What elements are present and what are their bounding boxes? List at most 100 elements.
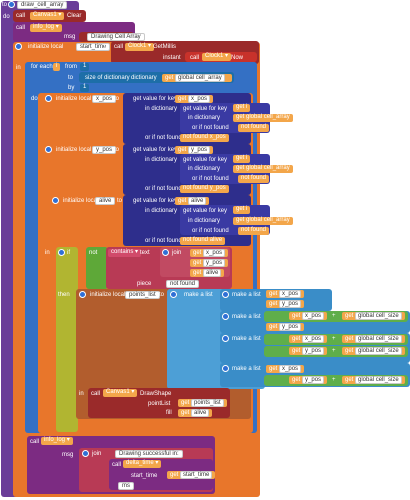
procedure-to-keyword: to: [2, 2, 8, 8]
gear-icon[interactable]: [45, 146, 52, 153]
get-cell-array[interactable]: get global cell_array: [233, 165, 293, 173]
key-literal[interactable]: x_pos: [188, 95, 211, 103]
plus-label: +: [332, 313, 336, 319]
gear-icon[interactable]: [162, 249, 169, 256]
method-name: GetMillis: [153, 44, 177, 50]
gear-icon[interactable]: [222, 313, 229, 320]
piece-label: piece: [137, 281, 152, 287]
get-cell-array[interactable]: get global cell_array: [233, 217, 293, 225]
text-block[interactable]: not found x_pos: [180, 134, 229, 142]
get-alive[interactable]: get alive: [178, 409, 213, 417]
procedure-name-field[interactable]: draw_cell_array: [17, 1, 68, 9]
gear-icon[interactable]: [15, 43, 22, 50]
gear-icon[interactable]: [170, 291, 177, 298]
get-cell-array[interactable]: get global cell_array: [233, 114, 293, 122]
loop-var-field[interactable]: i: [53, 63, 61, 71]
gear-icon[interactable]: [45, 95, 52, 102]
procedure-dropdown[interactable]: info_log: [41, 437, 73, 445]
get-y-pos[interactable]: get y_pos: [266, 300, 305, 308]
in-dictionary-label: in dictionary: [145, 106, 178, 112]
var-name-field[interactable]: x_pos: [92, 95, 117, 103]
contains-dropdown[interactable]: contains: [108, 249, 142, 257]
to-label: to: [68, 75, 74, 81]
get-y-pos[interactable]: get y_pos: [289, 376, 328, 384]
get-block[interactable]: get global cell_array: [162, 74, 232, 82]
text-literal[interactable]: Drawing successful in:: [115, 450, 183, 458]
msg-label: msg: [64, 34, 76, 40]
gear-icon[interactable]: [222, 291, 229, 298]
get-cell-size[interactable]: get global cell_size: [342, 335, 405, 343]
get-x-pos[interactable]: get x_pos: [289, 335, 328, 343]
component-dropdown[interactable]: Canvas1: [30, 12, 65, 20]
text-block[interactable]: not found alive: [180, 237, 226, 245]
var-name-field[interactable]: y_pos: [92, 146, 117, 154]
piece-literal[interactable]: not found: [166, 280, 200, 288]
procedure-dropdown[interactable]: delta_time: [123, 460, 162, 468]
gv-label: get value for key: [183, 106, 228, 112]
get-cell-size[interactable]: get global cell_size: [342, 376, 405, 384]
in-dictionary-label: in dictionary: [188, 218, 221, 224]
var-name-field[interactable]: points_list: [125, 291, 160, 299]
gear-icon[interactable]: [52, 197, 59, 204]
get-y-pos[interactable]: get y_pos: [289, 347, 328, 355]
in-dictionary-label: in dictionary: [145, 157, 178, 163]
gear-icon[interactable]: [82, 450, 89, 457]
get-start-time[interactable]: get start_time: [167, 471, 216, 479]
text-block[interactable]: not found y_pos: [180, 185, 229, 193]
get-cell-size[interactable]: get global cell_size: [342, 312, 405, 320]
text-block[interactable]: not found: [238, 227, 270, 235]
gear-icon[interactable]: [79, 291, 86, 298]
get-y-pos[interactable]: get y_pos: [190, 259, 229, 267]
call-keyword: call: [30, 439, 40, 445]
component-dropdown[interactable]: Clock1: [202, 53, 232, 61]
call-keyword: call: [91, 391, 101, 397]
component-dropdown[interactable]: Clock1: [125, 43, 155, 51]
to-label: to: [114, 96, 120, 102]
get-y-pos[interactable]: get y_pos: [266, 323, 305, 331]
gear-icon[interactable]: [222, 335, 229, 342]
component-dropdown[interactable]: Canvas1: [103, 389, 138, 397]
key-literal[interactable]: y_pos: [188, 146, 211, 154]
text-literal[interactable]: Drawing Cell Array: [87, 33, 145, 41]
get-block[interactable]: get x_pos: [175, 95, 214, 103]
get-alive[interactable]: get alive: [190, 269, 225, 277]
get-i[interactable]: get i: [233, 155, 251, 163]
get-cell-size[interactable]: get global cell_size: [342, 347, 405, 355]
gear-icon[interactable]: [222, 365, 229, 372]
to-label: to: [114, 147, 120, 153]
make-list-label: make a list: [232, 336, 261, 342]
join-label: join: [172, 250, 182, 256]
get-i[interactable]: get i: [233, 206, 251, 214]
get-i[interactable]: get i: [233, 104, 251, 112]
from-label: from: [65, 64, 77, 70]
gear-icon[interactable]: [58, 249, 65, 256]
call-keyword: call: [16, 25, 26, 31]
init-label: initialize local: [56, 147, 92, 153]
not-found-label: or if not found: [192, 125, 229, 131]
key-literal[interactable]: alive: [188, 197, 207, 205]
get-block[interactable]: get y_pos: [175, 146, 214, 154]
method-name: Clear: [67, 13, 82, 19]
var-dropdown[interactable]: i: [246, 104, 247, 110]
var-name-field[interactable]: alive: [95, 197, 116, 205]
get-x-pos[interactable]: get x_pos: [190, 249, 229, 257]
procedure-dropdown[interactable]: info_log: [30, 24, 62, 32]
pointlist-label: pointList: [148, 401, 171, 407]
var-dropdown[interactable]: global cell_array: [246, 114, 290, 120]
text-block[interactable]: not found: [238, 124, 270, 132]
msg-label: msg: [62, 452, 74, 458]
get-x-pos[interactable]: get x_pos: [266, 365, 305, 373]
var-dropdown[interactable]: global cell_array: [175, 74, 225, 82]
get-points-list[interactable]: get points_list: [178, 399, 227, 407]
in-label: in: [16, 65, 21, 71]
text-block[interactable]: not found: [238, 175, 270, 183]
plus-label: +: [332, 377, 336, 383]
get-block[interactable]: get alive: [175, 197, 210, 205]
get-x-pos[interactable]: get x_pos: [289, 312, 328, 320]
if-block[interactable]: [56, 247, 78, 432]
get-x-pos[interactable]: get x_pos: [266, 290, 305, 298]
gear-icon[interactable]: [8, 1, 15, 8]
number-literal[interactable]: 1: [80, 63, 90, 71]
number-literal[interactable]: 1: [80, 84, 90, 92]
text-literal[interactable]: ms: [118, 482, 134, 490]
